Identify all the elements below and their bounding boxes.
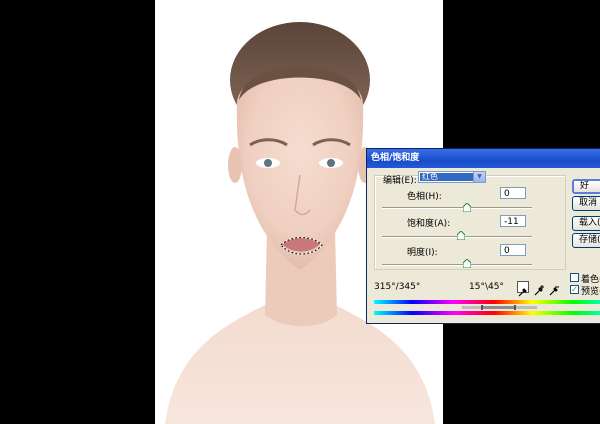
adjustment-group <box>374 175 566 270</box>
save-button[interactable]: 存储(S) <box>572 233 600 248</box>
hue-label: 色相(H): <box>407 192 442 202</box>
dialog-titlebar[interactable]: 色相/饱和度 <box>367 149 600 168</box>
lip-selection-marquee <box>280 237 323 255</box>
input-spectrum-bar <box>374 300 600 304</box>
ok-button[interactable]: 好 <box>572 179 600 194</box>
load-button[interactable]: 载入(L) <box>572 216 600 231</box>
hue-slider-thumb[interactable] <box>463 203 471 212</box>
edit-channel-select[interactable]: 红色 ▼ <box>418 171 486 183</box>
preview-label: 预览(P) <box>581 287 600 297</box>
edit-channel-value: 红色 <box>420 173 474 181</box>
eyedropper-plus-icon[interactable] <box>534 281 546 296</box>
saturation-slider-thumb[interactable] <box>457 231 465 240</box>
hue-saturation-dialog: 色相/饱和度 编辑(E): 红色 ▼ 色相(H): 0 饱和度(A): -11 … <box>366 148 600 324</box>
hue-slider-track[interactable] <box>382 207 532 209</box>
output-spectrum-bar <box>374 311 600 315</box>
lightness-slider-thumb[interactable] <box>463 259 471 268</box>
edit-label: 编辑(E): <box>383 176 417 186</box>
colorize-checkbox[interactable] <box>570 273 579 282</box>
eyedropper-icon[interactable] <box>517 281 529 297</box>
hue-input[interactable]: 0 <box>500 187 526 199</box>
saturation-label: 饱和度(A): <box>407 219 451 229</box>
saturation-input[interactable]: -11 <box>500 215 526 227</box>
cancel-button[interactable]: 取消 <box>572 196 600 211</box>
lightness-label: 明度(I): <box>407 248 438 258</box>
preview-checkbox[interactable]: ✓ <box>570 285 579 294</box>
range-left-readout: 315°/345° <box>374 282 421 292</box>
chevron-down-icon[interactable]: ▼ <box>473 172 485 182</box>
range-selector[interactable] <box>462 305 537 310</box>
lightness-slider-track[interactable] <box>382 264 532 266</box>
lightness-input[interactable]: 0 <box>500 244 526 256</box>
dialog-title: 色相/饱和度 <box>371 153 420 163</box>
range-right-readout: 15°\45° <box>469 282 504 292</box>
eyedropper-minus-icon[interactable] <box>549 281 561 296</box>
